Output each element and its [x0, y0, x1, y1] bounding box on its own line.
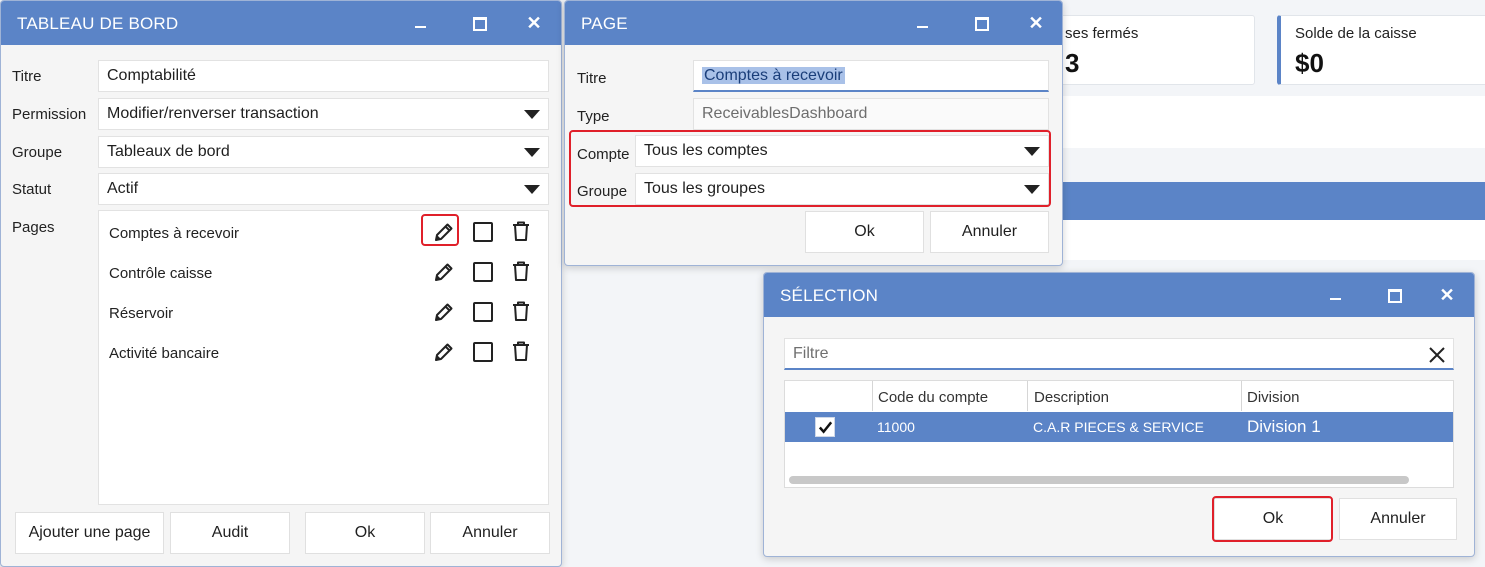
maximize-icon[interactable] — [456, 1, 502, 45]
type-label: Type — [577, 108, 610, 125]
dialog-title: TABLEAU DE BORD — [17, 14, 179, 33]
compte-label: Compte — [577, 146, 630, 163]
checkbox-icon[interactable] — [473, 262, 493, 282]
titre-value: Comptes à recevoir — [702, 67, 845, 84]
kpi-card-value: $0 — [1295, 48, 1324, 78]
close-icon[interactable] — [1427, 345, 1447, 365]
chevron-down-icon — [1024, 147, 1040, 156]
audit-button[interactable]: Audit — [170, 512, 290, 554]
kpi-card-closed: ses fermés 3 — [1040, 15, 1255, 85]
title-bar: PAGE ✕ — [565, 1, 1062, 45]
page-dialog: PAGE ✕ Titre Comptes à recevoir Type Rec… — [564, 0, 1063, 266]
filter-input[interactable]: Filtre — [784, 338, 1454, 370]
chevron-down-icon — [524, 185, 540, 194]
cell-division: Division 1 — [1247, 417, 1321, 436]
trash-icon[interactable] — [509, 339, 533, 363]
cancel-button[interactable]: Annuler — [930, 211, 1049, 253]
row-checkbox[interactable] — [815, 417, 835, 437]
column-divider — [872, 381, 873, 411]
minimize-icon[interactable] — [899, 1, 945, 45]
groupe-label: Groupe — [577, 183, 628, 200]
maximize-icon[interactable] — [958, 1, 1004, 45]
column-header-division[interactable]: Division — [1247, 389, 1300, 406]
pencil-icon[interactable] — [432, 260, 456, 284]
compte-value: Tous les comptes — [644, 142, 768, 159]
pages-list: Comptes à recevoir Contrôle caisse Réser… — [98, 210, 549, 505]
column-divider — [1027, 381, 1028, 411]
accounts-grid: Code du compte Description Division 1100… — [784, 380, 1454, 488]
dialog-title: PAGE — [581, 14, 628, 33]
list-item: Activité bancaire — [109, 345, 220, 362]
chevron-down-icon — [524, 148, 540, 157]
title-bar: TABLEAU DE BORD ✕ — [1, 1, 561, 45]
table-row[interactable]: 11000 C.A.R PIECES & SERVICE Division 1 — [785, 412, 1453, 442]
compte-select[interactable]: Tous les comptes — [635, 135, 1049, 167]
ok-button[interactable]: Ok — [305, 512, 425, 554]
close-icon[interactable]: ✕ — [1424, 273, 1470, 317]
column-divider — [1241, 381, 1242, 411]
statut-label: Statut — [12, 181, 52, 198]
statut-value: Actif — [107, 180, 139, 197]
kpi-card-cash-balance: Solde de la caisse $0 — [1277, 15, 1485, 85]
list-item: Contrôle caisse — [109, 265, 213, 282]
column-header-description[interactable]: Description — [1034, 389, 1109, 406]
title-bar: SÉLECTION ✕ — [764, 273, 1474, 317]
trash-icon[interactable] — [509, 219, 533, 243]
ok-button[interactable]: Ok — [1214, 498, 1332, 540]
minimize-icon[interactable] — [397, 1, 443, 45]
cancel-button[interactable]: Annuler — [1339, 498, 1457, 540]
cell-code: 11000 — [877, 419, 915, 435]
trash-icon[interactable] — [509, 299, 533, 323]
list-item: Réservoir — [109, 305, 174, 322]
checkbox-icon[interactable] — [473, 222, 493, 242]
pencil-icon[interactable] — [432, 340, 456, 364]
groupe-value: Tableaux de bord — [107, 143, 230, 160]
close-icon[interactable]: ✕ — [1013, 1, 1059, 45]
dialog-title: SÉLECTION — [780, 286, 879, 305]
groupe-select[interactable]: Tous les groupes — [635, 173, 1049, 205]
kpi-card-label: ses fermés — [1065, 25, 1139, 42]
chevron-down-icon — [524, 110, 540, 119]
horizontal-scrollbar[interactable] — [789, 476, 1409, 484]
chevron-down-icon — [1024, 185, 1040, 194]
dashboard-grid-header — [1060, 182, 1485, 220]
dashboard-panel — [1060, 96, 1485, 148]
maximize-icon[interactable] — [1371, 273, 1417, 317]
add-page-button[interactable]: Ajouter une page — [15, 512, 164, 554]
dashboard-grid-row — [1060, 220, 1485, 260]
statut-select[interactable]: Actif — [98, 173, 549, 205]
filter-placeholder: Filtre — [793, 345, 829, 362]
pages-label: Pages — [12, 219, 55, 236]
type-field: ReceivablesDashboard — [693, 98, 1049, 130]
permission-label: Permission — [12, 106, 87, 123]
titre-label: Titre — [577, 70, 607, 87]
pencil-icon[interactable] — [432, 300, 456, 324]
checkbox-icon[interactable] — [473, 342, 493, 362]
minimize-icon[interactable] — [1312, 273, 1358, 317]
list-item: Comptes à recevoir — [109, 225, 240, 242]
groupe-select[interactable]: Tableaux de bord — [98, 136, 549, 168]
cell-description: C.A.R PIECES & SERVICE — [1033, 419, 1204, 435]
selection-dialog: SÉLECTION ✕ Filtre Code du compte Descri… — [763, 272, 1475, 557]
groupe-label: Groupe — [12, 144, 63, 161]
trash-icon[interactable] — [509, 259, 533, 283]
close-icon[interactable]: ✕ — [511, 1, 557, 45]
kpi-card-value: 3 — [1065, 48, 1080, 78]
cancel-button[interactable]: Annuler — [430, 512, 550, 554]
column-header-code[interactable]: Code du compte — [878, 389, 988, 406]
groupe-value: Tous les groupes — [644, 180, 765, 197]
checkbox-icon[interactable] — [473, 302, 493, 322]
checkmark-icon — [818, 421, 833, 434]
kpi-card-label: Solde de la caisse — [1295, 25, 1417, 42]
tableau-de-bord-dialog: TABLEAU DE BORD ✕ Titre Comptabilité Per… — [0, 0, 562, 567]
permission-value: Modifier/renverser transaction — [107, 105, 319, 122]
ok-button[interactable]: Ok — [805, 211, 924, 253]
titre-field[interactable]: Comptabilité — [98, 60, 549, 92]
permission-select[interactable]: Modifier/renverser transaction — [98, 98, 549, 130]
titre-field[interactable]: Comptes à recevoir — [693, 60, 1049, 92]
titre-label: Titre — [12, 68, 42, 85]
pencil-icon[interactable] — [432, 220, 456, 244]
